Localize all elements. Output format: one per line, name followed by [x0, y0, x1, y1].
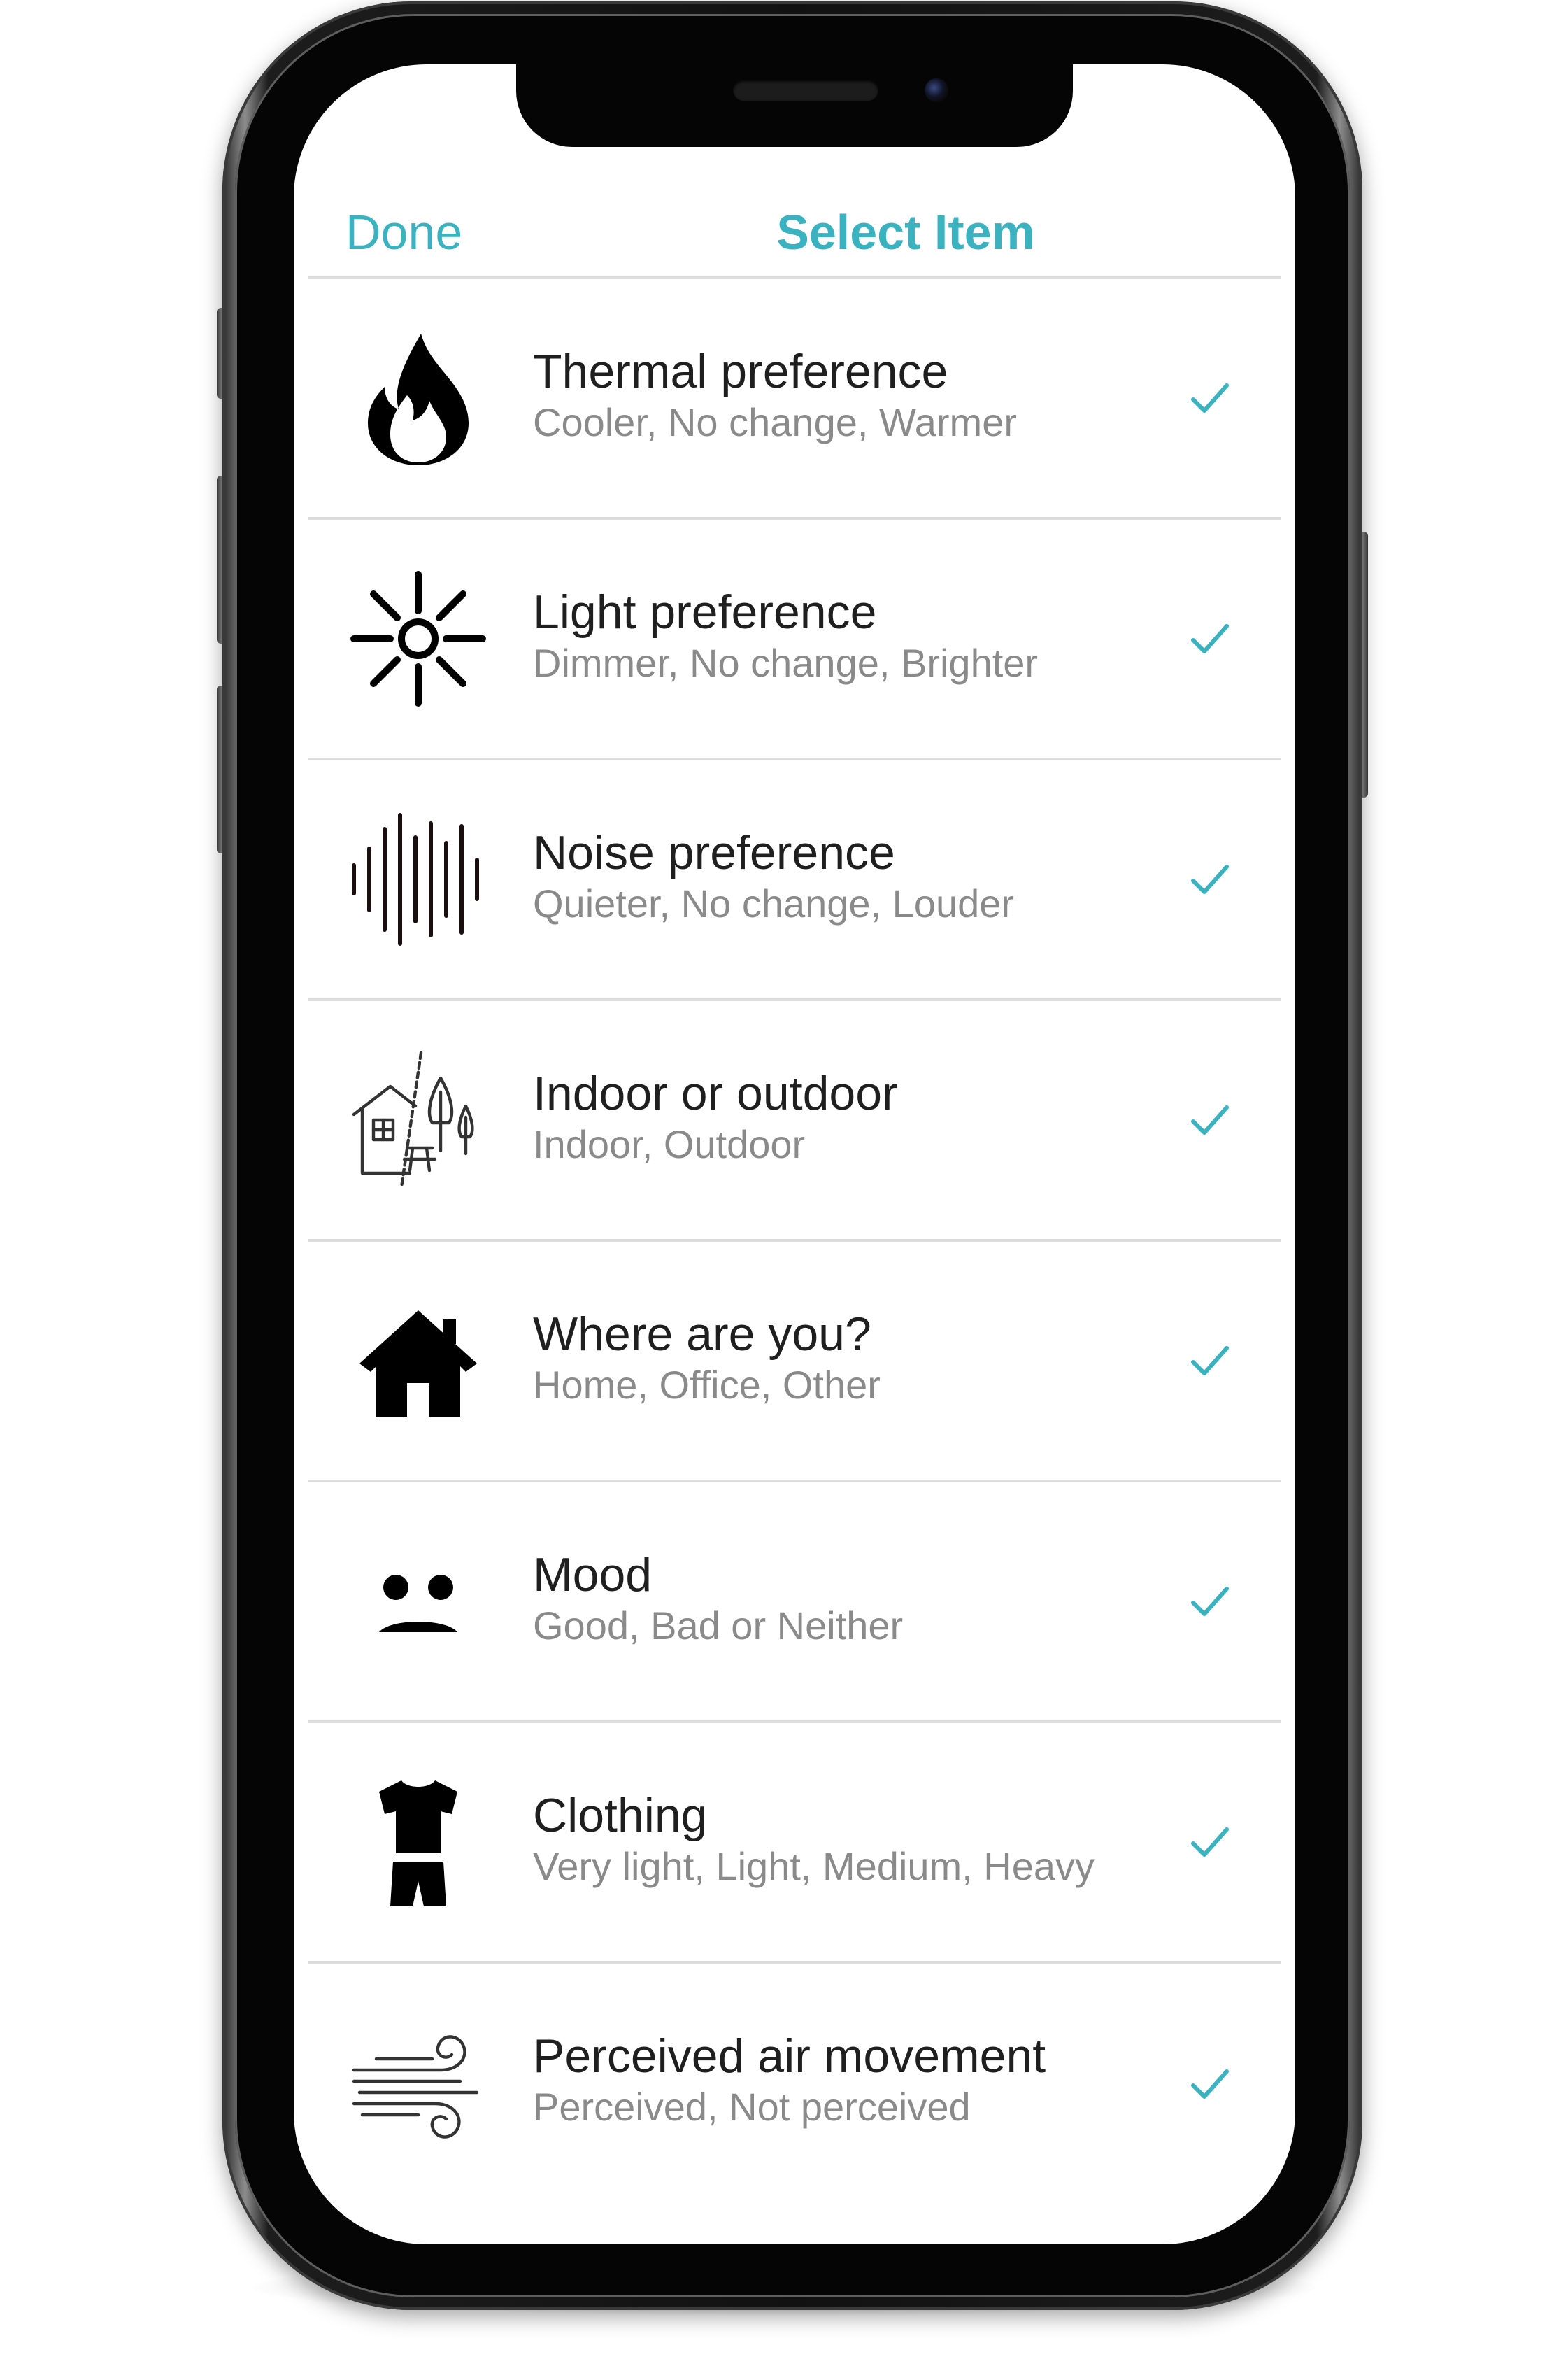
item-title: Mood	[533, 1548, 653, 1601]
list-item-mood[interactable]: Mood Good, Bad or Neither	[308, 1482, 1281, 1723]
checkmark-icon	[1188, 1820, 1232, 1864]
list-item-clothing[interactable]: Clothing Very light, Light, Medium, Heav…	[308, 1723, 1281, 1964]
clothing-icon	[348, 1772, 488, 1912]
sun-icon	[348, 569, 488, 709]
item-subtitle: Home, Office, Other	[533, 1363, 881, 1407]
item-title: Indoor or outdoor	[533, 1067, 898, 1120]
checkmark-icon	[1188, 376, 1232, 420]
item-subtitle: Perceived, Not perceived	[533, 2085, 971, 2129]
phone-screen: Done Select Item Thermal preference Cool…	[294, 64, 1295, 2244]
item-title: Light preference	[533, 586, 877, 639]
item-title: Clothing	[533, 1789, 708, 1842]
earpiece-speaker	[733, 80, 878, 101]
list-item-noise-preference[interactable]: Noise preference Quieter, No change, Lou…	[308, 760, 1281, 1001]
checkmark-icon	[1188, 1098, 1232, 1142]
flame-icon	[348, 328, 488, 468]
item-title: Noise preference	[533, 826, 895, 879]
checkmark-icon	[1188, 2062, 1232, 2106]
item-subtitle: Dimmer, No change, Brighter	[533, 641, 1039, 685]
item-list: Thermal preference Cooler, No change, Wa…	[308, 279, 1281, 2204]
sound-wave-icon	[348, 809, 488, 949]
item-title: Perceived air movement	[533, 2030, 1046, 2083]
home-icon	[348, 1291, 488, 1431]
checkmark-icon	[1188, 1338, 1232, 1383]
front-camera	[925, 78, 948, 102]
item-title: Where are you?	[533, 1308, 871, 1361]
list-item-light-preference[interactable]: Light preference Dimmer, No change, Brig…	[308, 520, 1281, 760]
list-item-perceived-air-movement[interactable]: Perceived air movement Perceived, Not pe…	[308, 1964, 1281, 2204]
notch	[516, 64, 1073, 147]
list-item-where-are-you[interactable]: Where are you? Home, Office, Other	[308, 1242, 1281, 1482]
item-subtitle: Indoor, Outdoor	[533, 1122, 806, 1166]
item-subtitle: Good, Bad or Neither	[533, 1603, 904, 1648]
done-button[interactable]: Done	[345, 204, 462, 260]
checkmark-icon	[1188, 857, 1232, 902]
house-tree-icon	[348, 1050, 488, 1190]
checkmark-icon	[1188, 1579, 1232, 1624]
checkmark-icon	[1188, 616, 1232, 661]
item-title: Thermal preference	[533, 345, 948, 398]
list-item-indoor-outdoor[interactable]: Indoor or outdoor Indoor, Outdoor	[308, 1001, 1281, 1242]
item-subtitle: Very light, Light, Medium, Heavy	[533, 1844, 1095, 1888]
sad-face-icon	[348, 1531, 488, 1671]
page-title: Select Item	[776, 205, 1035, 260]
item-subtitle: Quieter, No change, Louder	[533, 881, 1015, 926]
list-item-thermal-preference[interactable]: Thermal preference Cooler, No change, Wa…	[308, 279, 1281, 520]
navigation-bar: Done Select Item	[294, 169, 1295, 281]
wind-icon	[348, 2014, 488, 2154]
item-subtitle: Cooler, No change, Warmer	[533, 400, 1017, 444]
